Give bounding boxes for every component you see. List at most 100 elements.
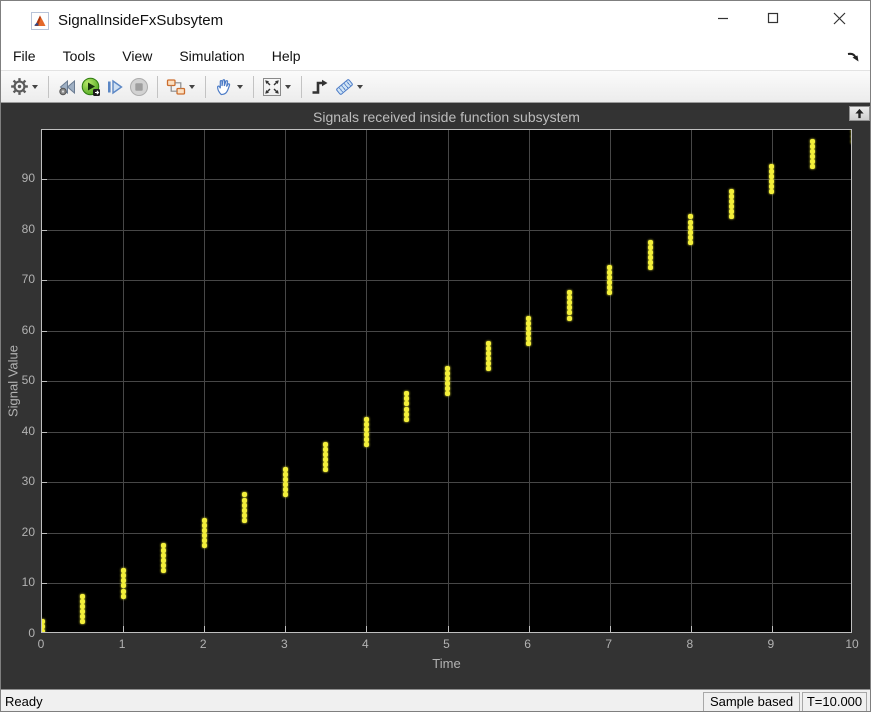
y-tick-label: 0 (1, 626, 35, 640)
data-point (810, 139, 815, 144)
data-point (769, 184, 774, 189)
data-point (323, 462, 328, 467)
menu-tools[interactable]: Tools (63, 48, 96, 64)
highlight-block-dropdown-icon[interactable] (189, 85, 195, 89)
scope-window: SignalInsideFxSubsytem File Tools View S… (0, 0, 871, 712)
data-point (526, 341, 531, 346)
data-point (364, 442, 369, 447)
pan-button[interactable] (212, 75, 236, 99)
data-point (486, 341, 491, 346)
settings-button[interactable] (7, 75, 31, 99)
data-point (161, 548, 166, 553)
ruler-icon (335, 78, 353, 95)
gridline-horizontal (42, 482, 851, 483)
data-point (486, 346, 491, 351)
toolbar-separator (301, 76, 302, 98)
data-point (567, 290, 572, 295)
y-tick-mark (42, 230, 47, 231)
settings-dropdown-icon[interactable] (32, 85, 38, 89)
data-point (404, 396, 409, 401)
x-tick-label: 3 (281, 637, 288, 651)
title-bar[interactable]: SignalInsideFxSubsytem (1, 1, 870, 41)
y-tick-label: 10 (1, 575, 35, 589)
x-tick-label: 6 (524, 637, 531, 651)
y-tick-mark (42, 432, 47, 433)
dock-arrow-icon[interactable] (845, 48, 861, 64)
data-point (323, 447, 328, 452)
y-tick-mark (42, 179, 47, 180)
gridline-horizontal (42, 432, 851, 433)
y-tick-label: 20 (1, 525, 35, 539)
data-point (445, 391, 450, 396)
data-point (648, 245, 653, 250)
data-point (242, 508, 247, 513)
data-point (810, 154, 815, 159)
data-point (607, 275, 612, 280)
data-point (364, 437, 369, 442)
gridline-horizontal (42, 331, 851, 332)
close-icon (833, 12, 846, 25)
data-point (648, 260, 653, 265)
menu-simulation[interactable]: Simulation (179, 48, 244, 64)
data-point (729, 199, 734, 204)
step-back-button[interactable] (55, 75, 79, 99)
expand-panel-button[interactable] (849, 106, 870, 121)
data-point (688, 235, 693, 240)
measurements-button[interactable] (332, 75, 356, 99)
y-tick-label: 40 (1, 424, 35, 438)
data-point (283, 492, 288, 497)
menu-file[interactable]: File (13, 48, 36, 64)
maximize-button[interactable] (750, 1, 796, 35)
pan-dropdown-icon[interactable] (237, 85, 243, 89)
data-point (486, 351, 491, 356)
x-tick-mark (123, 626, 124, 632)
fit-to-view-dropdown-icon[interactable] (285, 85, 291, 89)
stop-button[interactable] (127, 75, 151, 99)
data-point (445, 366, 450, 371)
gear-icon (10, 77, 29, 96)
data-point (445, 371, 450, 376)
data-point (242, 518, 247, 523)
x-axis-tick-labels: 012345678910 (41, 637, 852, 652)
y-tick-mark (42, 583, 47, 584)
data-point (567, 305, 572, 310)
plot-area[interactable] (41, 129, 852, 633)
trigger-button[interactable] (308, 75, 332, 99)
data-point (283, 467, 288, 472)
data-point (648, 265, 653, 270)
y-tick-label: 70 (1, 272, 35, 286)
gridline-horizontal (42, 179, 851, 180)
plot-title: Signals received inside function subsyst… (41, 109, 852, 125)
step-forward-icon (105, 77, 125, 97)
data-point (526, 316, 531, 321)
data-point (161, 558, 166, 563)
data-point (769, 164, 774, 169)
minimize-icon (717, 12, 729, 24)
menu-help[interactable]: Help (272, 48, 301, 64)
sample-mode-panel: Sample based (703, 692, 800, 712)
step-forward-button[interactable] (103, 75, 127, 99)
menu-view[interactable]: View (122, 48, 152, 64)
data-point (202, 538, 207, 543)
data-point (404, 391, 409, 396)
data-point (810, 164, 815, 169)
x-tick-label: 8 (686, 637, 693, 651)
data-point (121, 573, 126, 578)
minimize-button[interactable] (700, 1, 746, 35)
fit-to-view-button[interactable] (260, 75, 284, 99)
x-tick-label: 4 (362, 637, 369, 651)
data-point (80, 604, 85, 609)
close-button[interactable] (816, 1, 862, 35)
run-button[interactable] (79, 75, 103, 99)
measurements-dropdown-icon[interactable] (357, 85, 363, 89)
highlight-block-button[interactable] (164, 75, 188, 99)
data-point (202, 523, 207, 528)
data-point (567, 295, 572, 300)
data-point (242, 513, 247, 518)
data-point (810, 144, 815, 149)
data-point (41, 624, 45, 629)
data-point (486, 361, 491, 366)
data-point (202, 533, 207, 538)
x-tick-label: 0 (38, 637, 45, 651)
data-point (688, 240, 693, 245)
